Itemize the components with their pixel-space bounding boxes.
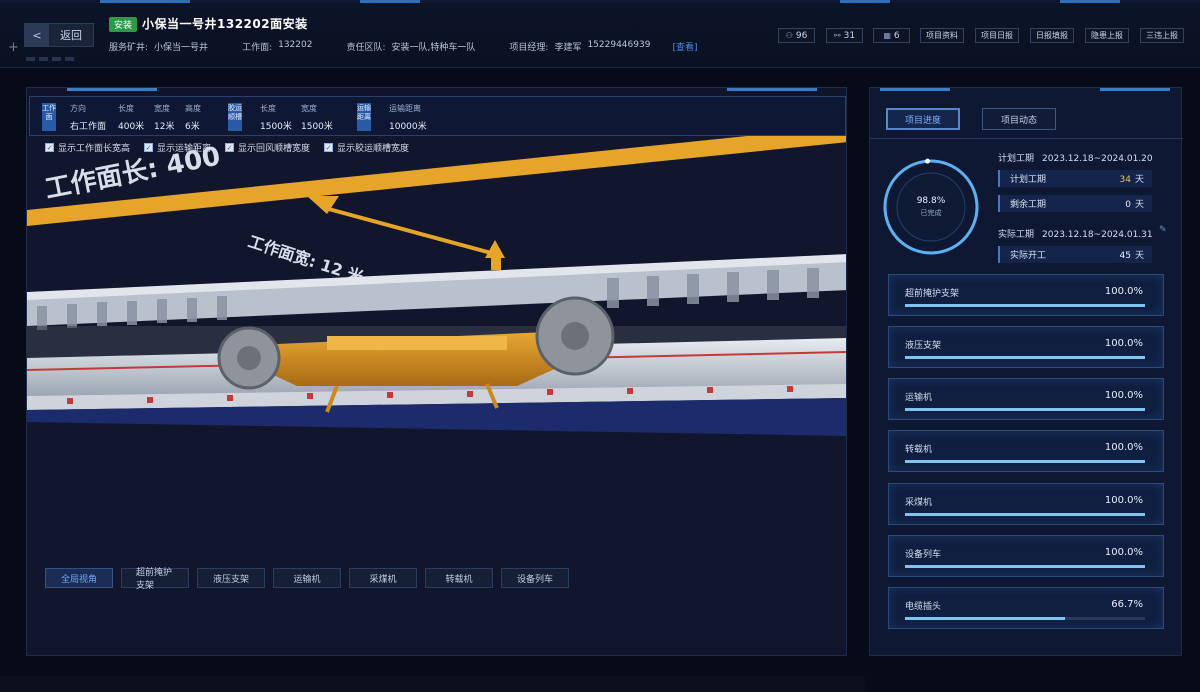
tab-project-progress[interactable]: 项目进度	[886, 108, 960, 130]
progress-card: 运输机 100.0%	[888, 378, 1164, 420]
belt-length-field: 长度 1500米	[260, 104, 292, 132]
tab-advance-support[interactable]: 超前掩护支架	[121, 568, 189, 591]
belt-width-field: 宽度 1500米	[301, 104, 333, 132]
transport-category: 运输距离	[357, 103, 371, 131]
nav-project-docs-button[interactable]: 项目资料	[920, 28, 964, 43]
check-transport-distance[interactable]: ✓ 显示运输距离	[144, 141, 211, 154]
manager-value: 李建军	[554, 43, 582, 53]
screen-count[interactable]: ▦ 6	[873, 28, 910, 43]
view-manager-link[interactable]: [查看]	[672, 40, 697, 53]
actual-days-row: 实际开工 45 天	[998, 246, 1152, 263]
face-width-field: 宽度 12米	[154, 104, 175, 132]
actual-period: 实际工期 2023.12.18~2024.01.31	[998, 230, 1153, 240]
progress-card: 设备列车 100.0%	[888, 535, 1164, 577]
checkbox-icon: ✓	[324, 143, 334, 152]
planned-period: 计划工期 2023.12.18~2024.01.20	[998, 154, 1153, 164]
progress-fill	[905, 617, 1066, 620]
plus-icon: +	[8, 40, 19, 55]
project-meta: 服务矿井: 小保当一号井 工作面: 132202 责任区队: 安装一队,特种车一…	[109, 40, 703, 53]
progress-card: 超前掩护支架 100.0%	[888, 274, 1164, 316]
checkbox-icon: ✓	[144, 143, 154, 152]
progress-fill	[905, 513, 1145, 516]
mine-label: 服务矿井:	[109, 43, 149, 53]
people-icon: ⚇	[785, 31, 793, 40]
check-belt-roadway-width[interactable]: ✓ 显示胶运顺槽宽度	[324, 141, 409, 154]
check-face-dimensions[interactable]: ✓ 显示工作面长宽高	[45, 141, 130, 154]
status-badge: 安装	[109, 17, 138, 32]
planned-days-row: 计划工期 34 天	[998, 170, 1152, 187]
nav-fill-report-button[interactable]: 日报填报	[1030, 28, 1074, 43]
face-value: 132202	[278, 40, 313, 50]
nav-hazard-report-button[interactable]: 隐患上报	[1085, 28, 1129, 43]
face-height-field: 高度 6米	[185, 104, 201, 132]
progress-fill	[905, 304, 1145, 307]
page-title: 小保当一号井132202面安装	[142, 17, 308, 31]
nav-daily-report-button[interactable]: 项目日报	[975, 28, 1019, 43]
manager-label: 项目经理:	[509, 43, 549, 53]
face-category: 工作面	[42, 103, 56, 131]
completion-label: 已完成	[920, 209, 942, 217]
back-button[interactable]: < 返回	[24, 23, 94, 47]
progress-card: 电缆插头 66.7%	[888, 587, 1164, 629]
people-count[interactable]: ⚇ 96	[778, 28, 815, 43]
tab-transfer-machine[interactable]: 转载机	[425, 568, 493, 588]
belt-category: 胶运顺槽	[228, 103, 242, 131]
progress-card: 液压支架 100.0%	[888, 326, 1164, 368]
progress-fill	[905, 565, 1145, 568]
vehicle-count[interactable]: ⚯ 31	[826, 28, 863, 43]
screen-icon: ▦	[883, 31, 891, 40]
progress-card: 采煤机 100.0%	[888, 483, 1164, 525]
header-deco-line	[0, 0, 1200, 3]
display-options: ✓ 显示工作面长宽高 ✓ 显示运输距离 ✓ 显示回风顺槽宽度 ✓ 显示胶运顺槽宽…	[45, 141, 409, 154]
completion-percent: 98.8%	[916, 196, 946, 206]
tab-hydraulic-support[interactable]: 液压支架	[197, 568, 265, 588]
mine-value: 小保当一号井	[154, 43, 209, 53]
progress-fill	[905, 408, 1145, 411]
back-label: 返回	[60, 29, 82, 42]
screen-count-value: 6	[893, 30, 900, 41]
vehicle-count-value: 31	[843, 30, 856, 41]
checkbox-icon: ✓	[225, 143, 235, 152]
nav-violation-report-button[interactable]: 三违上报	[1140, 28, 1184, 43]
remaining-days-row: 剩余工期 0天	[998, 195, 1152, 212]
tab-global-view[interactable]: 全局视角	[45, 568, 113, 588]
face-label: 工作面:	[242, 43, 273, 53]
scene-panel: 工作面 方向 右工作面 长度 400米 宽度 12米 高度 6米 胶运顺槽 长度…	[26, 87, 847, 656]
progress-fill	[905, 460, 1145, 463]
team-label: 责任区队:	[346, 43, 386, 53]
tab-project-updates[interactable]: 项目动态	[982, 108, 1056, 130]
progress-fill	[905, 356, 1145, 359]
transport-distance-field: 运输距离 10000米	[389, 104, 427, 132]
people-count-value: 96	[795, 30, 808, 41]
vehicle-icon: ⚯	[833, 31, 841, 40]
direction-field: 方向 右工作面	[70, 104, 107, 132]
face-length-field: 长度 400米	[118, 104, 145, 132]
tab-equipment-train[interactable]: 设备列车	[501, 568, 569, 588]
chevron-left-icon: <	[25, 24, 49, 46]
progress-panel: 项目进度 项目动态 98.8% 已完成 计划工期 2023.12.18~2024.…	[869, 87, 1183, 656]
team-value: 安装一队,特种车一队	[391, 43, 476, 53]
dimension-infobar: 工作面 方向 右工作面 长度 400米 宽度 12米 高度 6米 胶运顺槽 长度…	[29, 96, 846, 136]
view-tabs: 全局视角 超前掩护支架 液压支架 运输机 采煤机 转载机 设备列车	[45, 568, 569, 591]
tab-conveyor[interactable]: 运输机	[273, 568, 341, 588]
header-deco-bars	[26, 57, 74, 61]
manager-phone: 15229446939	[587, 40, 651, 50]
progress-card: 转载机 100.0%	[888, 430, 1164, 472]
tab-shearer[interactable]: 采煤机	[349, 568, 417, 588]
edit-icon[interactable]: ✎	[1159, 225, 1167, 235]
check-return-airway-width[interactable]: ✓ 显示回风顺槽宽度	[225, 141, 310, 154]
right-tabs: 项目进度 项目动态	[886, 108, 1056, 130]
app-header: + < 返回 安装 小保当一号井132202面安装 服务矿井: 小保当一号井 工…	[0, 0, 1200, 68]
checkbox-icon: ✓	[45, 143, 54, 152]
